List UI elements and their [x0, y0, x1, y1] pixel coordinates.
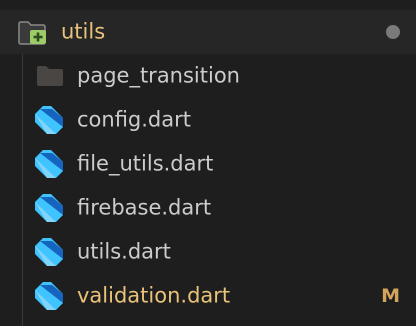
- tree-item-page-transition[interactable]: page_transition: [0, 54, 416, 98]
- tree-item-label: validation.dart: [77, 283, 231, 308]
- tree-item-label: file_utils.dart: [77, 151, 214, 176]
- dart-file-icon: [35, 282, 63, 310]
- git-modified-badge: M: [381, 285, 400, 307]
- tree-item-label: page_transition: [77, 63, 240, 88]
- folder-label: utils: [61, 19, 106, 44]
- tree-item-file-utils-dart[interactable]: file_utils.dart: [0, 142, 416, 186]
- dart-file-icon: [35, 106, 63, 134]
- tree-item-utils-dart[interactable]: utils.dart: [0, 230, 416, 274]
- tree-item-config-dart[interactable]: config.dart: [0, 98, 416, 142]
- modified-dot-indicator: [386, 25, 400, 39]
- dart-file-icon: [35, 150, 63, 178]
- tree-item-label: utils.dart: [77, 239, 171, 264]
- tree-item-firebase-dart[interactable]: firebase.dart: [0, 186, 416, 230]
- tree-item-validation-dart[interactable]: validation.dart M: [0, 274, 416, 318]
- tree-item-label: config.dart: [77, 107, 192, 132]
- dart-file-icon: [35, 238, 63, 266]
- tree-item-label: firebase.dart: [77, 195, 212, 220]
- folder-icon: [37, 66, 63, 86]
- file-explorer-tree: utils page_transition config.dart file_u…: [0, 0, 416, 326]
- folder-open-icon: [18, 21, 46, 45]
- folder-row-utils[interactable]: utils: [0, 10, 416, 54]
- dart-file-icon: [35, 194, 63, 222]
